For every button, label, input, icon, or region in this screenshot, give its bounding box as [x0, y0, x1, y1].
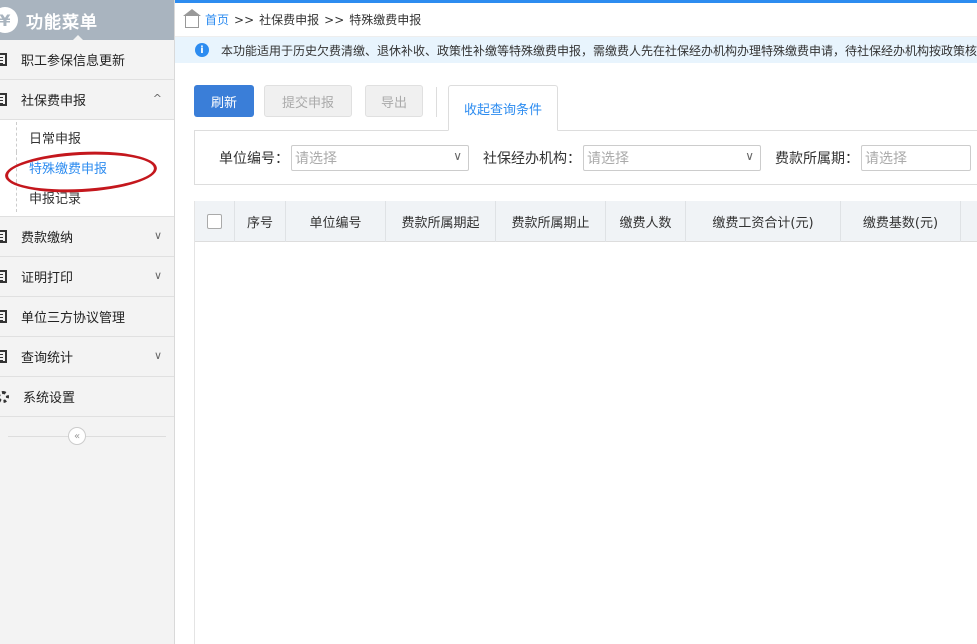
- notice-banner: i 本功能适用于历史欠费清缴、退休补收、政策性补缴等特殊缴费申报，需缴费人先在社…: [175, 37, 977, 63]
- document-icon: [0, 270, 7, 283]
- agency-placeholder: 请选择: [587, 150, 629, 167]
- breadcrumb-level1[interactable]: 社保费申报: [259, 11, 319, 28]
- sidebar-item-fee-payment[interactable]: 费款缴纳 ∨: [0, 217, 174, 257]
- yuan-logo-icon: ¥: [0, 7, 18, 33]
- chevron-down-icon: ∨: [453, 148, 462, 163]
- sidebar: ¥ 功能菜单 职工参保信息更新 社保费申报 ^ 日常申报 特殊缴费申报 申报记录…: [0, 0, 175, 644]
- sidebar-item-query-statistics[interactable]: 查询统计 ∨: [0, 337, 174, 377]
- refresh-button[interactable]: 刷新: [194, 85, 254, 117]
- column-header-period-start[interactable]: 费款所属期起: [386, 201, 496, 242]
- divider: [8, 436, 166, 437]
- period-select[interactable]: 请选择: [861, 144, 971, 171]
- column-header-base[interactable]: 缴费基数(元): [841, 201, 961, 242]
- unit-no-select[interactable]: 请选择 ∨: [291, 144, 469, 171]
- sidebar-item-certificate-print[interactable]: 证明打印 ∨: [0, 257, 174, 297]
- toolbar: 刷新 提交申报 导出 收起查询条件: [194, 85, 977, 131]
- agency-select[interactable]: 请选择 ∨: [583, 144, 761, 171]
- column-header-wage-total[interactable]: 缴费工资合计(元): [686, 201, 841, 242]
- unit-no-placeholder: 请选择: [295, 150, 337, 167]
- column-header-period-end[interactable]: 费款所属期止: [496, 201, 606, 242]
- unit-no-label: 单位编号：: [219, 150, 289, 167]
- sidebar-subitem-daily-declaration[interactable]: 日常申报: [16, 122, 174, 152]
- main-content: 首页 >> 社保费申报 >> 特殊缴费申报 i 本功能适用于历史欠费清缴、退休补…: [175, 0, 977, 644]
- sidebar-subitem-special-payment-declaration[interactable]: 特殊缴费申报: [16, 152, 174, 182]
- chevron-up-icon: ^: [152, 92, 162, 105]
- gear-icon: [0, 390, 9, 403]
- document-icon: [0, 230, 7, 243]
- select-all-checkbox[interactable]: [207, 214, 222, 229]
- document-icon: [0, 53, 7, 66]
- sidebar-item-system-settings[interactable]: 系统设置: [0, 377, 174, 417]
- chevron-down-icon: ∨: [153, 229, 162, 242]
- chart-icon: [0, 350, 7, 363]
- document-icon: [0, 93, 7, 106]
- period-label: 费款所属期：: [775, 150, 859, 167]
- chevron-down-icon: ∨: [153, 269, 162, 282]
- breadcrumb-separator: >>: [234, 12, 255, 27]
- column-header-index[interactable]: 序号: [235, 201, 286, 242]
- sidebar-item-label: 单位三方协议管理: [21, 311, 126, 326]
- table-header: 序号 单位编号 费款所属期起 费款所属期止 缴费人数 缴费工资合计(元) 缴费基…: [195, 201, 977, 242]
- sidebar-subitem-declaration-records[interactable]: 申报记录: [16, 182, 174, 212]
- column-header-payer-count[interactable]: 缴费人数: [606, 201, 686, 242]
- query-panel: 单位编号： 请选择 ∨ 社保经办机构： 请选择 ∨ 费款所属期： 请选择: [194, 130, 977, 185]
- chevron-down-icon: ∨: [153, 349, 162, 362]
- home-icon[interactable]: [183, 8, 201, 28]
- sidebar-submenu: 日常申报 特殊缴费申报 申报记录: [0, 120, 174, 217]
- sidebar-item-label: 查询统计: [21, 351, 74, 366]
- breadcrumb: 首页 >> 社保费申报 >> 特殊缴费申报: [175, 3, 977, 37]
- sidebar-item-label: 职工参保信息更新: [21, 54, 126, 69]
- submit-declaration-button[interactable]: 提交申报: [264, 85, 352, 117]
- sidebar-item-label: 证明打印: [21, 271, 74, 286]
- data-table: 序号 单位编号 费款所属期起 费款所属期止 缴费人数 缴费工资合计(元) 缴费基…: [194, 201, 977, 644]
- export-button[interactable]: 导出: [365, 85, 423, 117]
- sidebar-header: ¥ 功能菜单: [0, 0, 174, 41]
- select-all-cell: [195, 201, 235, 242]
- sidebar-item-tripartite-agreement[interactable]: 单位三方协议管理: [0, 297, 174, 337]
- toolbar-divider: [436, 87, 437, 117]
- sidebar-item-label: 费款缴纳: [21, 231, 74, 246]
- sidebar-item-label: 系统设置: [23, 391, 76, 406]
- breadcrumb-home-link[interactable]: 首页: [205, 11, 229, 28]
- info-icon: i: [195, 43, 209, 57]
- agency-label: 社保经办机构：: [483, 150, 581, 167]
- sidebar-item-social-insurance-declaration[interactable]: 社保费申报 ^: [0, 80, 174, 120]
- breadcrumb-current: 特殊缴费申报: [349, 13, 422, 27]
- notice-text: 本功能适用于历史欠费清缴、退休补收、政策性补缴等特殊缴费申报，需缴费人先在社保经…: [221, 43, 977, 58]
- sidebar-title: 功能菜单: [26, 12, 98, 33]
- sidebar-item-insured-info-update[interactable]: 职工参保信息更新: [0, 40, 174, 80]
- chevron-down-icon: ∨: [745, 148, 754, 163]
- column-header-unit-no[interactable]: 单位编号: [286, 201, 386, 242]
- period-placeholder: 请选择: [865, 150, 907, 167]
- collapse-query-tab[interactable]: 收起查询条件: [448, 85, 558, 131]
- breadcrumb-separator: >>: [324, 12, 345, 27]
- document-icon: [0, 310, 7, 323]
- collapse-sidebar-icon[interactable]: «: [68, 427, 86, 445]
- sidebar-item-label: 社保费申报: [21, 94, 87, 109]
